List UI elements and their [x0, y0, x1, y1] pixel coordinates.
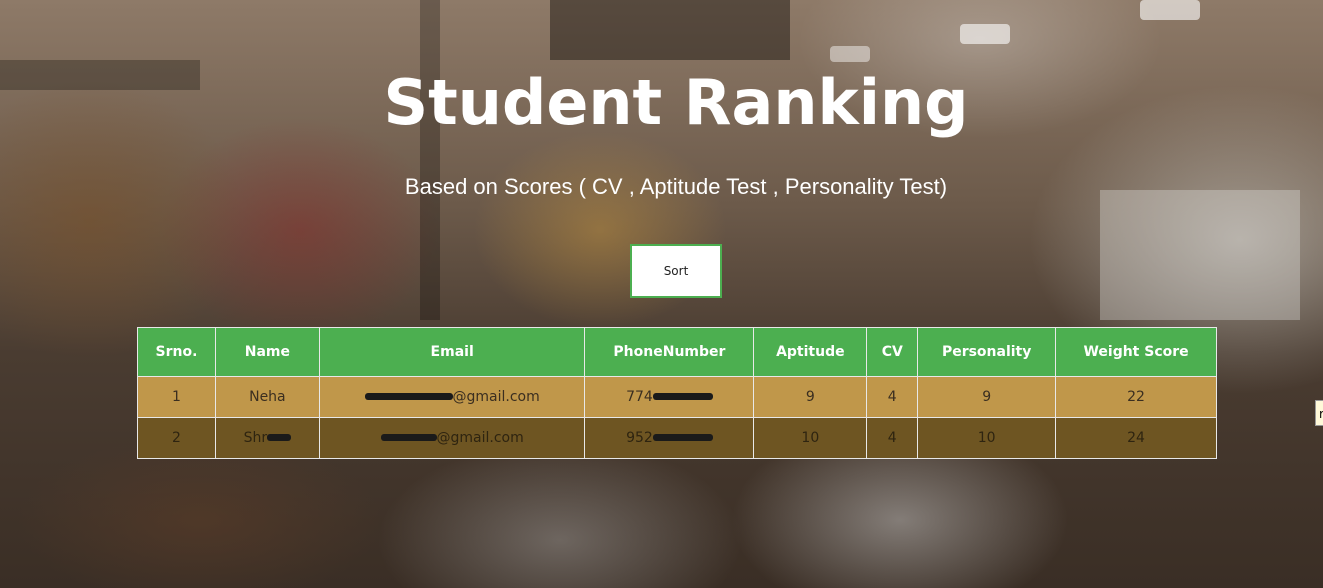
- cell-email: @gmail.com: [318, 417, 586, 459]
- cell-aptitude: 10: [753, 417, 868, 459]
- header-email: Email: [318, 327, 586, 377]
- email-domain: @gmail.com: [452, 389, 540, 405]
- redaction-mark: [652, 392, 713, 400]
- header-cv: CV: [866, 327, 919, 377]
- header-personality: Personality: [917, 327, 1057, 377]
- cell-srno: 2: [137, 417, 216, 459]
- cell-phone: 774: [584, 376, 755, 418]
- cell-email: @gmail.com: [318, 376, 586, 418]
- email-domain: @gmail.com: [436, 430, 524, 446]
- cell-personality: 10: [917, 417, 1057, 459]
- header-aptitude: Aptitude: [753, 327, 868, 377]
- cell-aptitude: 9: [753, 376, 868, 418]
- header-name: Name: [214, 327, 320, 377]
- cell-cv: 4: [866, 417, 919, 459]
- edge-popup-tab[interactable]: r: [1315, 400, 1323, 426]
- page-title: Student Ranking: [383, 66, 969, 139]
- cell-personality: 9: [917, 376, 1057, 418]
- phone-prefix: 952: [626, 430, 653, 446]
- table-header-row: Srno. Name Email PhoneNumber Aptitude CV…: [137, 327, 1217, 377]
- cell-phone: 952: [584, 417, 755, 459]
- redaction-mark: [267, 433, 292, 441]
- redaction-mark: [652, 433, 713, 441]
- cell-name: Neha: [214, 376, 320, 418]
- cell-cv: 4: [866, 376, 919, 418]
- sort-button[interactable]: Sort: [630, 244, 722, 298]
- cell-weight-score: 24: [1055, 417, 1217, 459]
- table-row: 1 Neha @gmail.com 774 9 4 9 22: [137, 376, 1217, 418]
- header-phone: PhoneNumber: [584, 327, 755, 377]
- cell-weight-score: 22: [1055, 376, 1217, 418]
- cell-name: Shr: [214, 417, 320, 459]
- table-row: 2 Shr @gmail.com 952 10 4 10 24: [137, 417, 1217, 459]
- name-prefix: Shr: [243, 430, 268, 446]
- cell-srno: 1: [137, 376, 216, 418]
- redaction-mark: [380, 433, 437, 441]
- header-weight-score: Weight Score: [1055, 327, 1217, 377]
- ranking-table: Srno. Name Email PhoneNumber Aptitude CV…: [137, 327, 1217, 459]
- phone-prefix: 774: [626, 389, 653, 405]
- page-subtitle: Based on Scores ( CV , Aptitude Test , P…: [404, 174, 948, 199]
- header-srno: Srno.: [137, 327, 216, 377]
- redaction-mark: [364, 392, 453, 400]
